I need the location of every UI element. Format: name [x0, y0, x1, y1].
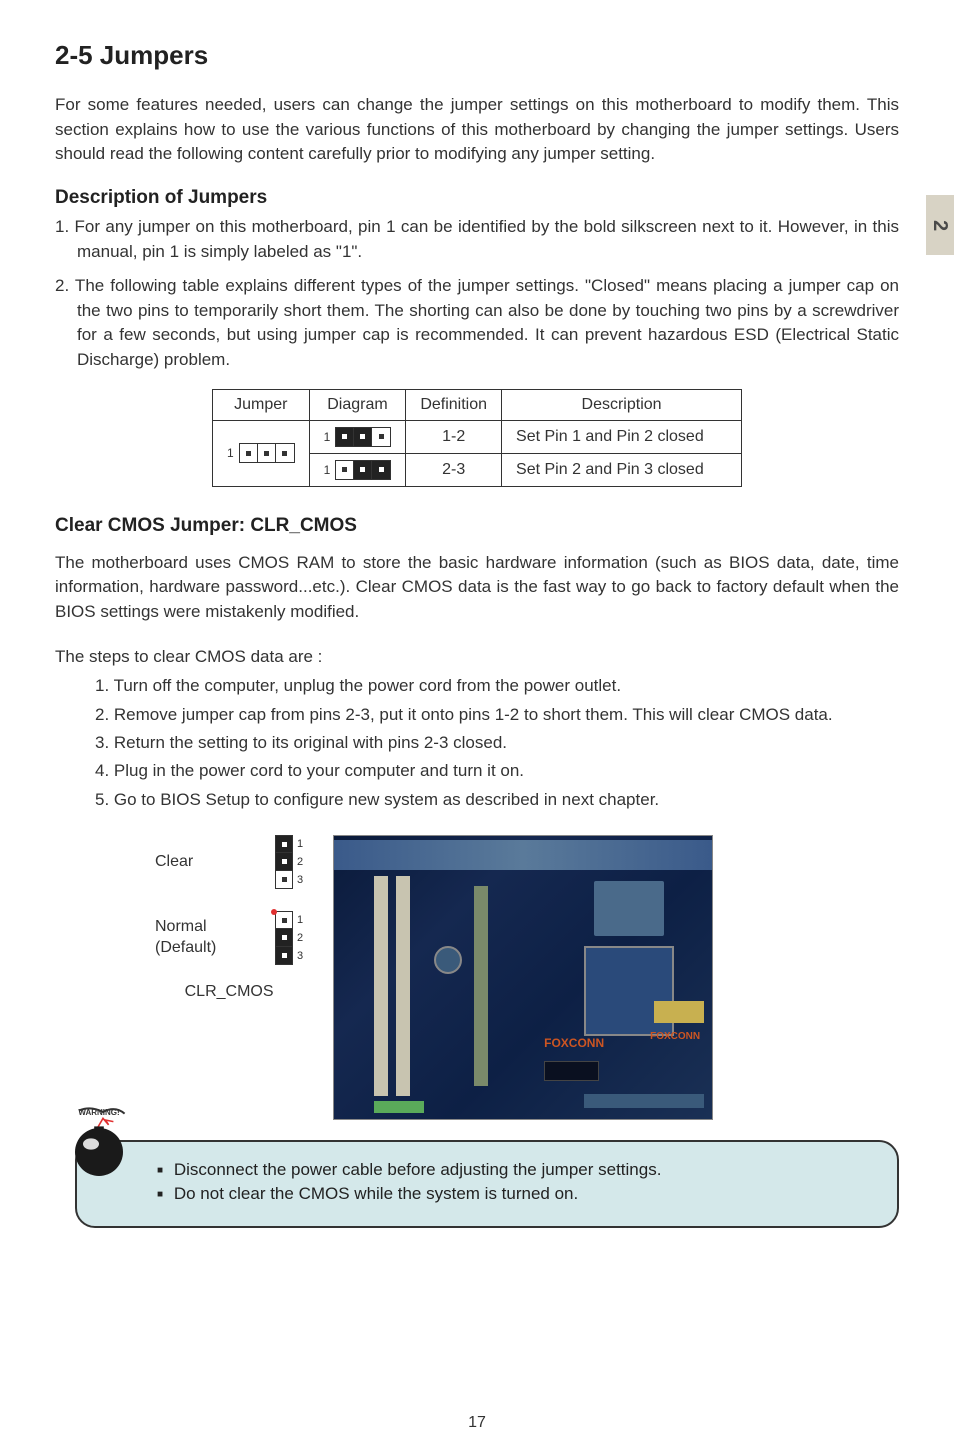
description-item-2: 2. The following table explains differen…	[55, 274, 899, 373]
description-heading: Description of Jumpers	[55, 187, 899, 209]
step-item: 4. Plug in the power cord to your comput…	[95, 758, 899, 784]
description-cell: Set Pin 1 and Pin 2 closed	[502, 420, 742, 453]
definition-cell: 1-2	[406, 420, 502, 453]
warning-item: Do not clear the CMOS while the system i…	[157, 1184, 867, 1204]
chapter-number: 2	[929, 219, 952, 230]
jumper-settings-table: Jumper Diagram Definition Description 1 …	[212, 389, 742, 487]
clear-cmos-heading: Clear CMOS Jumper: CLR_CMOS	[55, 515, 899, 537]
diagram-cell: 1	[309, 453, 406, 486]
jumper-23-closed-icon: 1	[324, 460, 392, 480]
normal-label: Normal (Default)	[155, 917, 235, 959]
clr-cmos-label: CLR_CMOS	[155, 983, 303, 1001]
definition-cell: 2-3	[406, 453, 502, 486]
normal-pin-icon: 1 2 3	[275, 911, 303, 965]
step-item: 3. Return the setting to its original wi…	[95, 730, 899, 756]
warning-item: Disconnect the power cable before adjust…	[157, 1160, 867, 1180]
page-number: 17	[0, 1414, 954, 1432]
steps-list: 1. Turn off the computer, unplug the pow…	[55, 673, 899, 813]
jumper-base-icon: 1	[227, 443, 295, 463]
diagram-cell: 1	[309, 420, 406, 453]
step-item: 5. Go to BIOS Setup to configure new sys…	[95, 787, 899, 813]
figure-row: Clear 1 2 3 Normal (Default) 1 2 3 C	[55, 835, 899, 1120]
clear-pin-icon: 1 2 3	[275, 835, 303, 889]
warning-bomb-icon: WARNING!	[59, 1104, 139, 1184]
clear-label: Clear	[155, 852, 235, 873]
jumper-cell: 1	[212, 420, 309, 486]
clear-cmos-paragraph: The motherboard uses CMOS RAM to store t…	[55, 551, 899, 625]
table-row: 1 1 1-2 Set Pin 1 and Pin 2 closed	[212, 420, 741, 453]
description-item-1: 1. For any jumper on this motherboard, p…	[55, 215, 899, 264]
chapter-tab: 2	[926, 195, 954, 255]
col-diagram: Diagram	[309, 389, 406, 420]
board-brand-logo: FOXCONN	[650, 1031, 700, 1042]
steps-intro: The steps to clear CMOS data are :	[55, 645, 899, 670]
col-definition: Definition	[406, 389, 502, 420]
section-heading: 2-5 Jumpers	[55, 40, 899, 71]
jumper-12-closed-icon: 1	[324, 427, 392, 447]
pin-config-figure: Clear 1 2 3 Normal (Default) 1 2 3 C	[155, 835, 303, 1001]
step-item: 1. Turn off the computer, unplug the pow…	[95, 673, 899, 699]
intro-paragraph: For some features needed, users can chan…	[55, 93, 899, 167]
col-jumper: Jumper	[212, 389, 309, 420]
warning-box: WARNING! Disconnect the power cable befo…	[75, 1140, 899, 1228]
svg-text:WARNING!: WARNING!	[78, 1108, 119, 1117]
table-header-row: Jumper Diagram Definition Description	[212, 389, 741, 420]
col-description: Description	[502, 389, 742, 420]
description-cell: Set Pin 2 and Pin 3 closed	[502, 453, 742, 486]
motherboard-photo: FOXCONN FOXCONN	[333, 835, 713, 1120]
board-brand-logo: FOXCONN	[544, 1036, 604, 1050]
step-item: 2. Remove jumper cap from pins 2-3, put …	[95, 702, 899, 728]
